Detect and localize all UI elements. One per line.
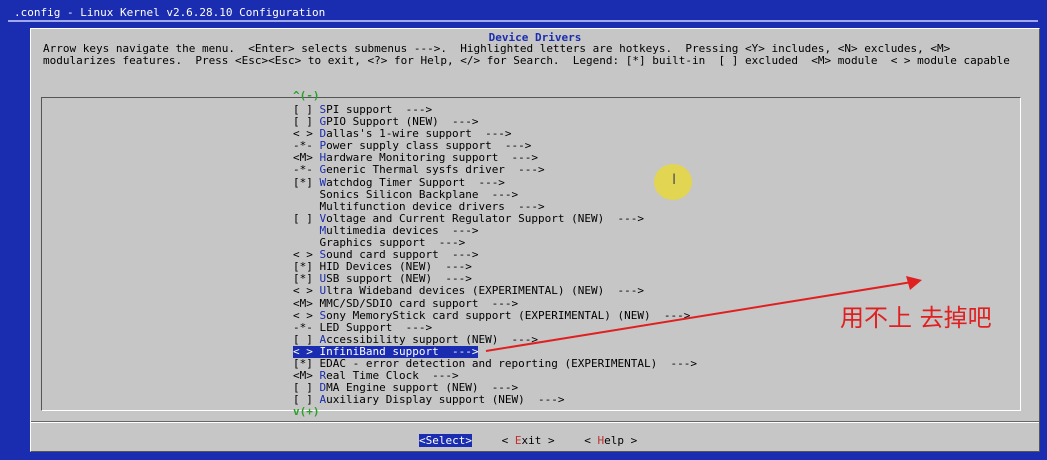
menu-item-prefix: < > [293,127,320,141]
exit-button-left: < [501,434,515,447]
help-button-right: > [624,434,638,447]
menu-item-prefix [293,188,320,201]
exit-button-right: > [541,434,555,447]
exit-button-hotkey: E [514,434,522,447]
menu-item-prefix: <M> [293,296,320,310]
menu-item-prefix: -*- [293,320,320,334]
menu-item-label: LED Support ---> [319,320,433,334]
menu-item-prefix: -*- [293,139,320,153]
scroll-down-indicator[interactable]: v(+) [293,405,320,418]
menu-item-label: nfiniBand support ---> [326,344,479,358]
menu-item[interactable]: [ ] Auxiliary Display support (NEW) ---> [293,394,697,406]
menu-item-label: PIO Support (NEW) ---> [326,115,479,129]
menu-item-prefix: [ ] [293,115,320,129]
menu-item-label: atchdog Timer Support ---> [326,175,505,189]
menu-item-prefix: [ ] [293,381,320,395]
menu-item-label: ound card support ---> [326,248,479,262]
menu-item-prefix [293,236,320,249]
text-cursor-icon: I [672,172,677,188]
menu-item-prefix: < > [293,248,320,262]
menu-item-label: SB support (NEW) ---> [326,272,472,286]
menu-item-label: EDAC - error detection and reporting (EX… [319,356,698,370]
annotation-text: 用不上 去掉吧 [840,304,992,332]
menu-list: [ ] SPI support --->[ ] GPIO Support (NE… [293,104,697,406]
menu-item-label: ower supply class support ---> [326,139,532,153]
menu-item-prefix: [*] [293,175,320,189]
menu-item-label: MMC/SD/SDIO card support ---> [319,296,519,310]
window-title: .config - Linux Kernel v2.6.28.10 Config… [14,6,326,19]
menu-item-prefix: < > [293,308,320,322]
menu-item-prefix: <M> [293,151,320,165]
menu-item-prefix [293,224,320,237]
menu-item-label: ltra Wideband devices (EXPERIMENTAL) (NE… [326,284,645,298]
menu-item-prefix: <M> [293,369,320,383]
help-button[interactable]: < Help > [584,434,637,447]
menu-item-prefix [293,200,320,213]
menu-item-label: MA Engine support (NEW) ---> [326,381,519,395]
menu-item-label: allas's 1-wire support ---> [326,127,512,141]
menu-item-label: HID Devices (NEW) ---> [319,260,472,274]
help-line-2: modularizes features. Press <Esc><Esc> t… [43,54,1010,67]
help-button-left: < [584,434,598,447]
select-button-right: > [465,434,472,447]
menu-item-prefix: [*] [293,356,320,370]
menu-item-label: eal Time Clock ---> [326,369,459,383]
menu-item-label: PI support ---> [326,103,433,116]
menu-item-prefix: [ ] [293,211,320,225]
menu-item-prefix: [*] [293,272,320,286]
menu-item-label: ardware Monitoring support ---> [326,151,539,165]
terminal-screen: .config - Linux Kernel v2.6.28.10 Config… [0,0,1047,460]
menu-item-prefix: -*- [293,163,320,177]
menu-item-label: ony MemoryStick card support (EXPERIMENT… [326,308,691,322]
menu-item-label: eneric Thermal sysfs driver ---> [326,163,545,177]
menu-item-prefix: [ ] [293,103,320,116]
menu-item-prefix: < > [293,284,320,298]
select-button-left: < [419,434,426,447]
menu-item-label: uxiliary Display support (NEW) ---> [326,393,565,407]
menuconfig-dialog: Device Drivers Arrow keys navigate the m… [30,28,1040,452]
help-button-label: elp [604,434,625,447]
menu-item-label: Sonics Silicon Backplane ---> [319,187,519,201]
menu-item-prefix: [*] [293,260,320,274]
exit-button[interactable]: < Exit > [502,434,555,447]
menu-item-prefix: [ ] [293,332,320,346]
help-text: Arrow keys navigate the menu. <Enter> se… [43,43,1010,67]
exit-button-label: xit [521,434,542,447]
button-separator [31,421,1039,423]
scroll-up-indicator[interactable]: ^(-) [293,89,320,102]
menu-item-label: oltage and Current Regulator Support (NE… [326,211,645,225]
menu-item-label: ultimedia devices ---> [326,223,479,237]
title-underline [8,20,1038,22]
button-row: <Select> < Exit > < Help > [419,429,657,448]
menu-item-label: Multifunction device drivers ---> [319,199,545,213]
menu-item-label: Graphics support ---> [319,236,466,250]
menu-item-label: ccessibility support (NEW) ---> [326,332,539,346]
select-button[interactable]: <Select> [419,434,472,447]
select-button-label: elect [432,434,466,447]
menu-item-prefix: < > [293,344,320,358]
